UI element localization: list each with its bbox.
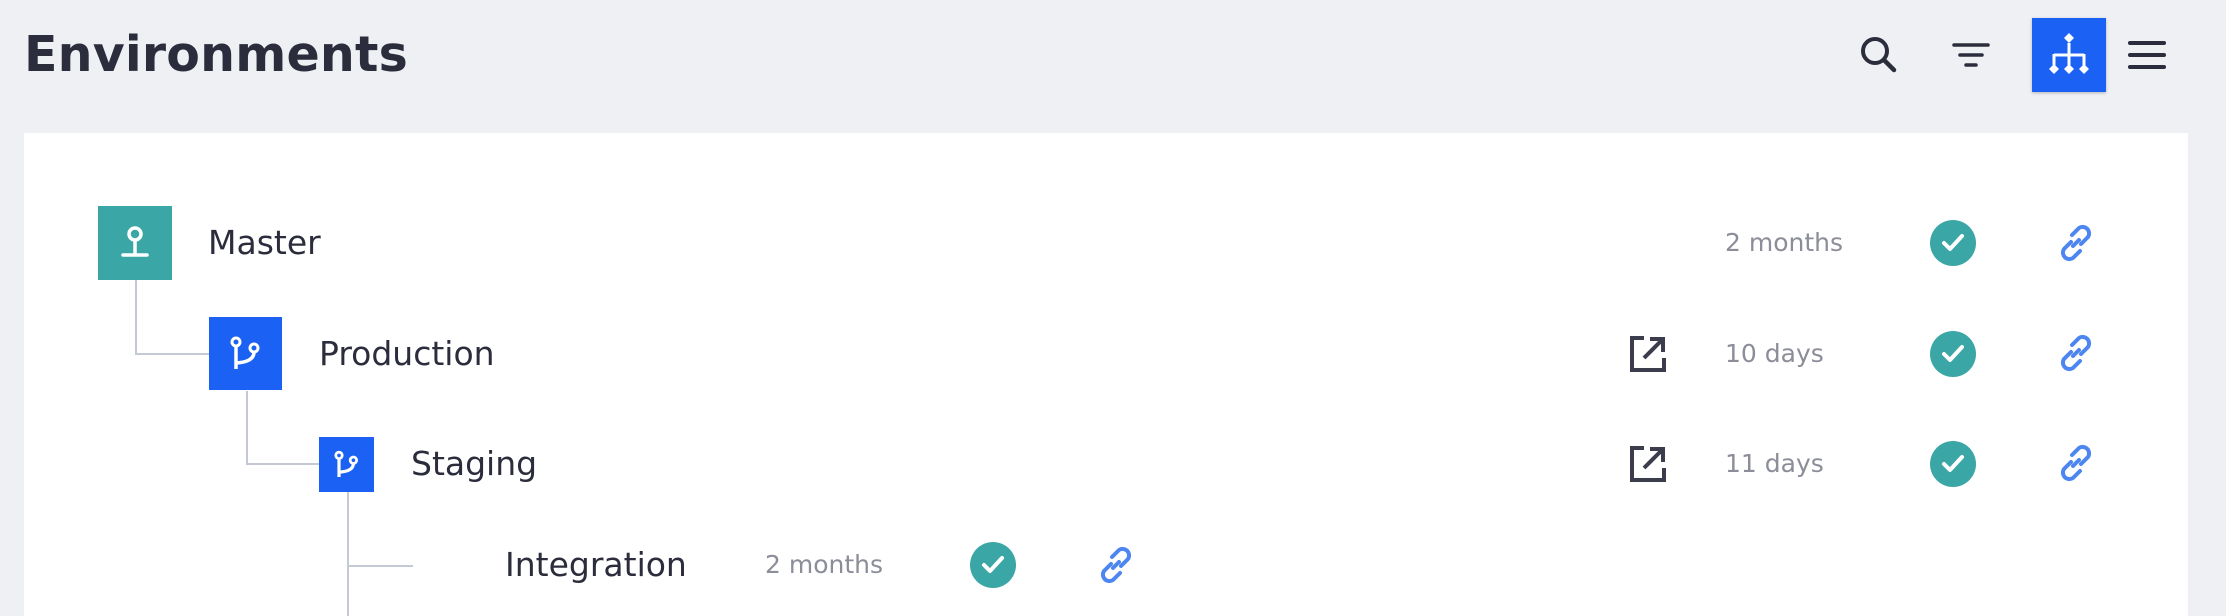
environment-age: 10 days [1725,339,1824,368]
tree-connector [135,280,137,354]
tree-connector [135,353,209,355]
environment-name-master[interactable]: Master [208,221,321,265]
link-icon [2060,334,2092,372]
environment-icon-production[interactable] [209,317,282,390]
tree-view-button[interactable] [2032,18,2106,92]
filter-button[interactable] [1934,18,2008,92]
tree-connector [347,565,413,567]
environment-age: 2 months [765,550,884,579]
environment-name-integration[interactable]: Integration [505,543,687,587]
environment-age: 2 months [1725,228,1844,257]
copy-link-button[interactable] [2050,217,2102,269]
copy-link-button[interactable] [2050,327,2102,379]
environment-name-production[interactable]: Production [319,332,495,376]
environment-age: 11 days [1725,449,1824,478]
filter-icon [1952,43,1990,67]
tree-connector [347,492,349,616]
link-icon [2060,444,2092,482]
open-url-button[interactable] [1622,328,1674,380]
checkmark-icon [1942,455,1964,472]
link-icon [2060,224,2092,262]
open-url-button[interactable] [1622,438,1674,490]
copy-link-button[interactable] [1090,539,1142,591]
tree-connector [246,463,319,465]
environment-icon-staging[interactable] [319,437,374,492]
environment-name-staging[interactable]: Staging [411,442,537,486]
status-success-icon [1930,441,1976,487]
tree-connector [246,391,248,465]
checkmark-icon [1942,234,1964,251]
link-icon [1100,546,1132,584]
copy-link-button[interactable] [2050,437,2102,489]
environment-icon-master[interactable] [98,206,172,280]
status-success-icon [1930,331,1976,377]
search-icon [1861,37,1897,73]
branch-icon [333,450,358,477]
menu-button[interactable] [2110,18,2184,92]
checkmark-icon [1942,345,1964,362]
status-success-icon [970,542,1016,588]
pin-icon [121,226,149,257]
checkmark-icon [982,556,1004,573]
status-success-icon [1930,220,1976,266]
page-title: Environments [24,26,408,83]
external-link-icon [1630,336,1666,372]
sitemap-icon [2049,33,2089,74]
branch-icon [230,336,259,369]
menu-icon [2128,41,2166,69]
search-button[interactable] [1842,18,1916,92]
external-link-icon [1630,446,1666,482]
